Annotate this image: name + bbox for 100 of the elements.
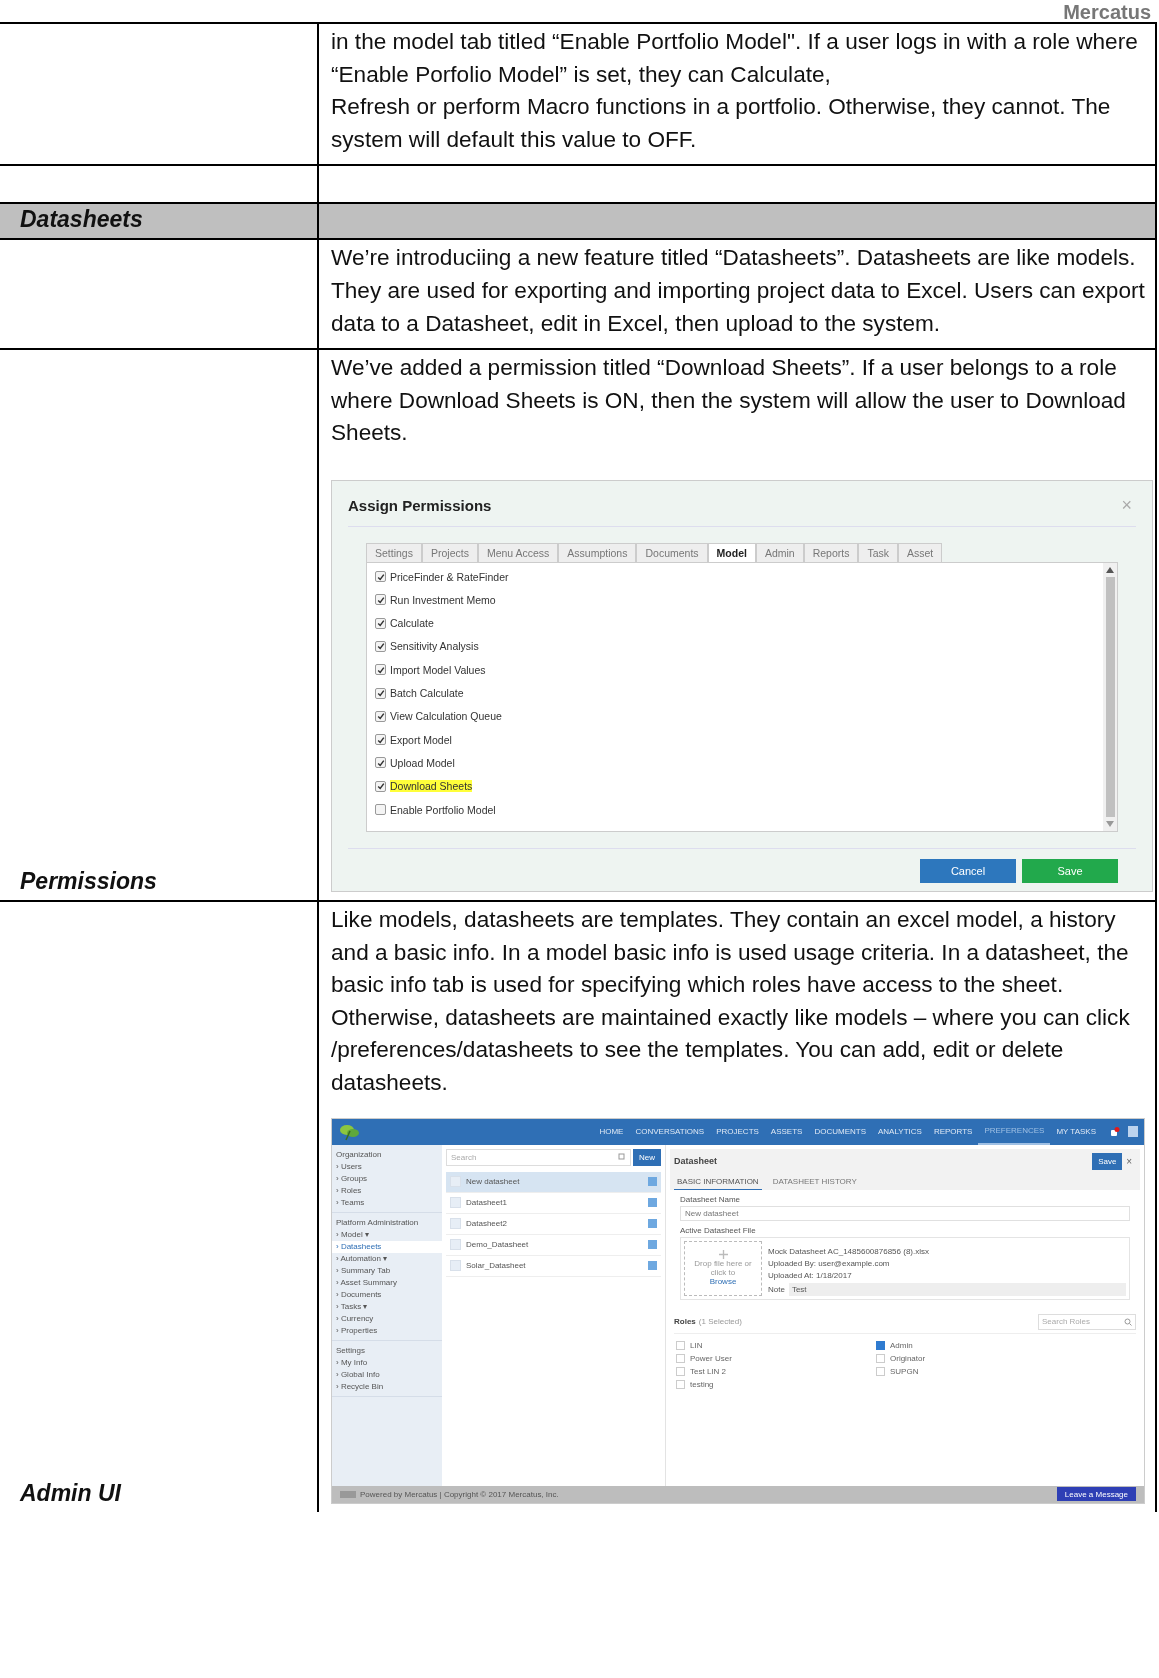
permission-tab[interactable]: Reports [803, 542, 859, 562]
sidebar-item[interactable]: › Global Info [332, 1368, 442, 1381]
scrollbar[interactable] [1103, 562, 1117, 831]
permission-tab[interactable]: Admin [755, 542, 804, 562]
detail-tab[interactable]: BASIC INFORMATION [674, 1173, 762, 1190]
paragraph-text: Like models, datasheets are templates. They contain an excel model, a history and a basic info. In a model basic info is used usage criteria. In a datasheet, the basic info tab is used for specifying which roles have access to the sheet. Otherwise, datasheets are maintained exactly like models – where you can click /preferences/datasheets to see the templates. You can add, edit or delete datasheets. [331, 905, 1131, 1097]
sidebar-item[interactable]: › Users [332, 1160, 442, 1173]
checkbox[interactable] [676, 1379, 685, 1389]
message-button[interactable]: Leave a Message [1056, 1487, 1136, 1501]
close-button[interactable]: × [1122, 1155, 1136, 1167]
checkbox[interactable] [375, 617, 386, 629]
sidebar-item[interactable]: › Currency [332, 1312, 442, 1325]
sidebar-heading: Organization [335, 1148, 383, 1161]
sidebar-item[interactable]: › Datasheets [332, 1240, 442, 1253]
file-info-text: Uploaded At: 1/18/2017 [768, 1270, 853, 1280]
checkbox[interactable] [375, 710, 386, 722]
sidebar-item[interactable]: › My Info [332, 1356, 442, 1369]
save-button[interactable]: Save [1022, 858, 1118, 883]
cancel-button[interactable]: Cancel [920, 858, 1016, 883]
sidebar-item[interactable]: › Tasks ▾ [332, 1300, 442, 1313]
checkbox[interactable] [876, 1353, 885, 1363]
checkbox[interactable] [375, 571, 386, 583]
checkbox[interactable] [375, 664, 386, 676]
role-label: Originator [890, 1353, 926, 1363]
nav-item[interactable]: ANALYTICS [872, 1118, 928, 1145]
field-label: Datasheet Name [680, 1194, 742, 1204]
footer-logo [340, 1490, 356, 1498]
permission-tab[interactable]: Model [707, 542, 756, 562]
checkbox[interactable] [375, 640, 386, 652]
logo-text: Mercatus [1063, 2, 1151, 22]
sidebar-item[interactable]: › Groups [332, 1172, 442, 1185]
checkbox[interactable] [375, 734, 386, 746]
plus-icon [718, 1250, 728, 1259]
nav-item[interactable]: CONVERSATIONS [629, 1118, 711, 1145]
checkbox[interactable] [676, 1353, 685, 1363]
sidebar-item[interactable]: › Summary Tab [332, 1264, 442, 1277]
permission-label: Export Model [390, 733, 452, 746]
checkbox[interactable] [375, 804, 386, 816]
paragraph-text: We’ve added a permission titled “Download Sheets”. If a user belongs to a role where Download Sheets is ON, then the system will allow the user to Download Sheets. [331, 354, 1127, 448]
detail-tab[interactable]: DATASHEET HISTORY [769, 1173, 860, 1190]
nav-item[interactable]: PREFERENCES [978, 1118, 1051, 1145]
checkbox[interactable] [676, 1366, 685, 1376]
datasheet-row[interactable]: New datasheet [446, 1171, 661, 1193]
file-info-text: Uploaded By: user@example.com [768, 1258, 891, 1268]
permission-tab[interactable]: Documents [636, 542, 708, 562]
sidebar-item[interactable]: › Recycle Bin [332, 1380, 442, 1393]
file-info-text: Mock Datasheet AC_1485600876856 (8).xlsx [768, 1246, 930, 1256]
notification-icon[interactable] [1110, 1126, 1120, 1137]
field-label: Note [768, 1284, 785, 1294]
detail-title: Datasheet [674, 1156, 718, 1166]
scroll-up-icon[interactable] [1106, 566, 1114, 573]
sidebar-item[interactable]: › Roles [332, 1184, 442, 1197]
nav-item[interactable]: HOME [593, 1118, 630, 1145]
permission-label: Import Model Values [390, 663, 486, 676]
checkbox[interactable] [375, 780, 386, 792]
nav-item[interactable]: MY TASKS [1050, 1118, 1102, 1145]
checkbox[interactable] [876, 1340, 885, 1350]
role-label: testing [690, 1379, 714, 1389]
permission-tab[interactable]: Settings [366, 542, 422, 562]
checkbox[interactable] [876, 1366, 885, 1376]
permission-tab[interactable]: Assumptions [558, 542, 637, 562]
checkbox[interactable] [676, 1340, 685, 1350]
scroll-down-icon[interactable] [1106, 820, 1114, 827]
file-drop-zone[interactable]: Drop file here or click to Browse [684, 1240, 762, 1296]
nav-item[interactable]: ASSETS [764, 1118, 809, 1145]
sidebar-item[interactable]: › Asset Summary [332, 1276, 442, 1289]
checkbox[interactable] [375, 757, 386, 769]
new-button[interactable]: New [633, 1148, 661, 1166]
nav-item[interactable]: REPORTS [927, 1118, 979, 1145]
browse-link[interactable]: Browse [709, 1277, 737, 1286]
dialog-title: Assign Permissions [348, 496, 492, 514]
sidebar-item[interactable]: › Automation ▾ [332, 1252, 442, 1265]
nav-item[interactable]: DOCUMENTS [808, 1118, 872, 1145]
permission-label: View Calculation Queue [390, 710, 502, 723]
permission-tab[interactable]: Menu Access [477, 542, 559, 562]
footer-text: Powered by Mercatus | Copyright © 2017 Mercatus, Inc. [360, 1489, 559, 1499]
search-icon[interactable] [1124, 1317, 1132, 1326]
sidebar-item[interactable]: › Teams [332, 1196, 442, 1209]
role-label: SUPGN [890, 1366, 919, 1376]
role-label: Power User [690, 1353, 732, 1363]
note-field[interactable]: Test [788, 1282, 1126, 1296]
nav-item[interactable]: PROJECTS [710, 1118, 765, 1145]
permission-tab[interactable]: Task [858, 542, 899, 562]
role-label: LIN [690, 1340, 703, 1350]
permission-label: Batch Calculate [390, 687, 464, 700]
paragraph-text: in the model tab titled “Enable Portfolio Model". If a user logs in with a role where “Enable Porfolio Model” is set, they can Calculate, Refresh or perform Macro functions in a portfolio. Otherwise, they cannot. The system will default this value to OFF. [331, 28, 1139, 154]
checkbox[interactable] [375, 594, 386, 606]
permission-tab[interactable]: Projects [421, 542, 478, 562]
paragraph-text: We’re introduciing a new feature titled “Datasheets”. Datasheets are like models. They are used for exporting and importing project data to Excel. Users can export data to a Datasheet, edit in Excel, then upload to the system. [331, 244, 1145, 338]
role-label: Admin [890, 1340, 913, 1350]
sidebar-item[interactable]: › Model ▾ [332, 1228, 442, 1241]
name-field[interactable]: New datasheet [680, 1205, 1130, 1221]
row-label: Admin UI [20, 1478, 121, 1508]
sidebar-item[interactable]: › Documents [332, 1288, 442, 1301]
permission-label: PriceFinder & RateFinder [390, 570, 509, 583]
save-button[interactable]: Save [1092, 1152, 1123, 1170]
sidebar-item[interactable]: › Properties [332, 1324, 442, 1337]
checkbox[interactable] [375, 687, 386, 699]
permission-label: Enable Portfolio Model [390, 803, 496, 816]
permission-tab[interactable]: Asset [898, 542, 943, 562]
